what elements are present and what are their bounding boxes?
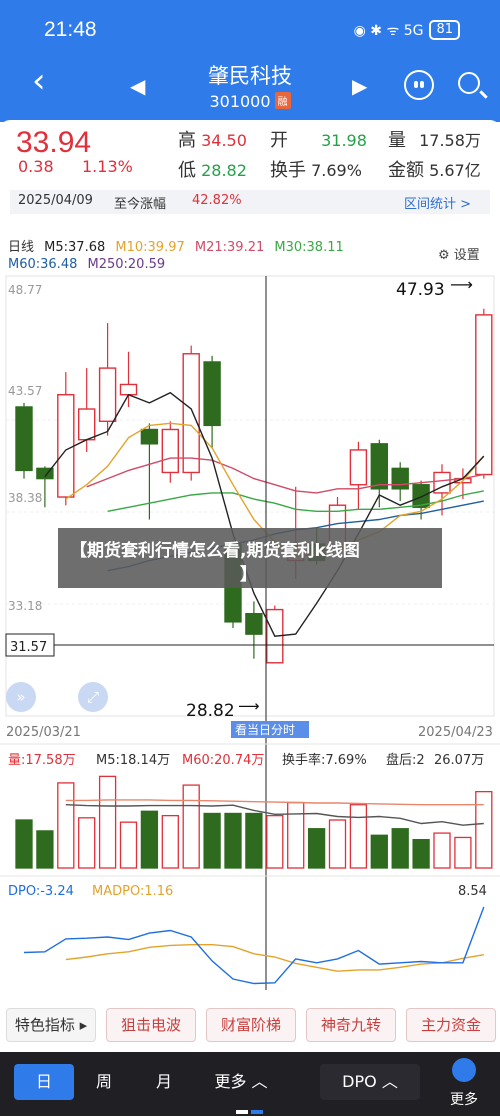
- tab-month[interactable]: 月: [134, 1064, 194, 1100]
- chip-main-funds[interactable]: 主力资金: [406, 1008, 496, 1042]
- tab-week[interactable]: 周: [74, 1064, 134, 1100]
- min-arrow: ⟶: [238, 697, 260, 715]
- after-hours-value: 26.07万: [434, 753, 484, 768]
- volume-bar-down: [36, 830, 54, 869]
- vol-label: 量:17.58万: [8, 753, 76, 768]
- dpo-lines: [23, 906, 485, 985]
- collapse-icon[interactable]: »: [6, 682, 36, 712]
- candle-up: [57, 393, 75, 498]
- cursor-price: 31.57: [10, 640, 47, 655]
- volume-bar-down: [140, 810, 159, 869]
- period-toolbar: 日 周 月 更多 ︿ DPO ︿ 更多: [0, 1052, 500, 1116]
- home-indicator: [236, 1110, 263, 1114]
- candle-up: [475, 314, 493, 476]
- dpo-line: [23, 906, 485, 985]
- indicator-dpo-select[interactable]: DPO ︿: [320, 1064, 420, 1100]
- volume-bar-up: [182, 784, 200, 869]
- candle-down: [245, 612, 263, 635]
- volume-bar-down: [15, 819, 33, 869]
- volume-bar-down: [245, 812, 263, 869]
- max-arrow: ⟶: [450, 275, 473, 294]
- volume-bar-down: [307, 828, 326, 869]
- more-icon[interactable]: [452, 1058, 476, 1082]
- volume-bar-up: [287, 801, 305, 869]
- vol-ma60-label: M60:20.74万: [182, 753, 264, 768]
- candle-down: [15, 406, 33, 472]
- madpo-label: MADPO:1.16: [92, 884, 173, 899]
- candle-up: [182, 353, 200, 474]
- candle-up: [349, 449, 368, 486]
- candle-up: [98, 367, 117, 423]
- ma-lines: [44, 391, 485, 637]
- volume-bar-up: [475, 790, 493, 869]
- y-tick: 38.38: [8, 491, 42, 505]
- volume-bar-up: [454, 836, 472, 869]
- after-hours-label: 盘后:2: [386, 752, 425, 768]
- candle-up: [119, 383, 138, 396]
- candle-up: [161, 428, 180, 474]
- volume-bar-down: [391, 828, 409, 869]
- tab-more-periods[interactable]: 更多 ︿: [196, 1064, 286, 1100]
- candle-down: [370, 443, 388, 490]
- more-button[interactable]: 更多: [436, 1082, 492, 1118]
- overlay-line-2: 】: [240, 565, 257, 585]
- tab-day[interactable]: 日: [14, 1064, 74, 1100]
- min-price-label: 28.82: [186, 701, 235, 721]
- dpo-max-label: 8.54: [458, 884, 487, 899]
- madpo-line: [65, 944, 484, 972]
- chip-magic-nine[interactable]: 神奇九转: [306, 1008, 396, 1042]
- indicator-chips: 特色指标 ▸ 狙击电波 财富阶梯 神奇九转 主力资金: [0, 1000, 500, 1048]
- fullscreen-icon[interactable]: ⤢: [78, 682, 108, 712]
- date-right: 2025/04/23: [418, 725, 493, 740]
- candle-down: [203, 361, 221, 427]
- overlay-line-1: 【期货套利行情怎么看,期货套利k线图: [70, 541, 360, 561]
- vol-ma60-line: [65, 799, 484, 806]
- turnover-rate-label: 换手率:7.69%: [282, 752, 367, 768]
- candles: [15, 308, 493, 664]
- volume-bar-up: [119, 821, 138, 869]
- volume-bar-up: [349, 804, 368, 869]
- vol-ma5-label: M5:18.14万: [96, 753, 170, 768]
- volume-bar-down: [412, 838, 430, 869]
- volume-bars: [15, 775, 493, 869]
- max-price-label: 47.93: [396, 280, 445, 300]
- candle-down: [391, 467, 409, 490]
- volume-bar-up: [433, 832, 451, 869]
- volume-bar-up: [328, 819, 347, 869]
- cursor-date-tip-label: 看当日分时: [235, 723, 295, 737]
- chip-wealth-ladder[interactable]: 财富阶梯: [206, 1008, 296, 1042]
- volume-bar-up: [98, 775, 117, 869]
- y-tick: 43.57: [8, 384, 42, 398]
- dpo-label: DPO:-3.24: [8, 884, 74, 899]
- article-title-overlay: 【期货套利行情怎么看,期货套利k线图 】: [58, 528, 442, 588]
- y-tick: 48.77: [8, 283, 42, 297]
- candle-down: [140, 428, 159, 445]
- volume-bar-up: [266, 814, 284, 869]
- kline-chart[interactable]: 48.77 43.57 38.38 33.18 31.57 47.93 ⟶ 28…: [0, 0, 500, 1000]
- volume-bar-up: [57, 782, 75, 869]
- volume-bar-down: [224, 812, 242, 869]
- chip-sniper-wave[interactable]: 狙击电波: [106, 1008, 196, 1042]
- volume-bar-up: [161, 814, 179, 869]
- volume-bar-down: [203, 812, 221, 869]
- volume-bar-up: [78, 817, 96, 869]
- y-tick: 33.18: [8, 599, 42, 613]
- ma5-line: [44, 391, 485, 637]
- candle-up: [77, 408, 96, 441]
- volume-bar-down: [370, 834, 388, 869]
- date-left: 2025/03/21: [6, 725, 81, 740]
- featured-indicators-chip[interactable]: 特色指标 ▸: [6, 1008, 96, 1042]
